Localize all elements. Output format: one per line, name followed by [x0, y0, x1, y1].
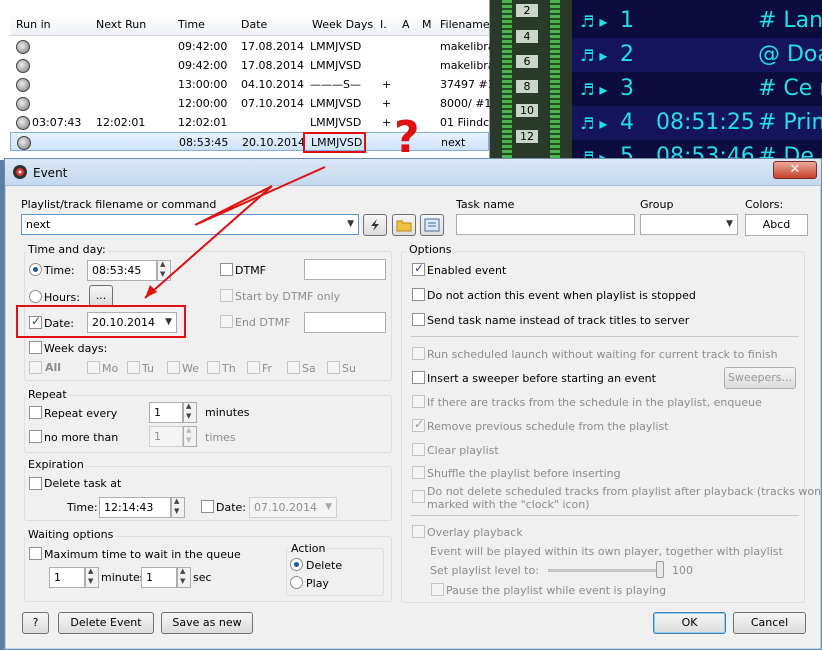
annotation-arrows [144, 166, 326, 299]
question-mark-annotation: ? [394, 112, 420, 163]
